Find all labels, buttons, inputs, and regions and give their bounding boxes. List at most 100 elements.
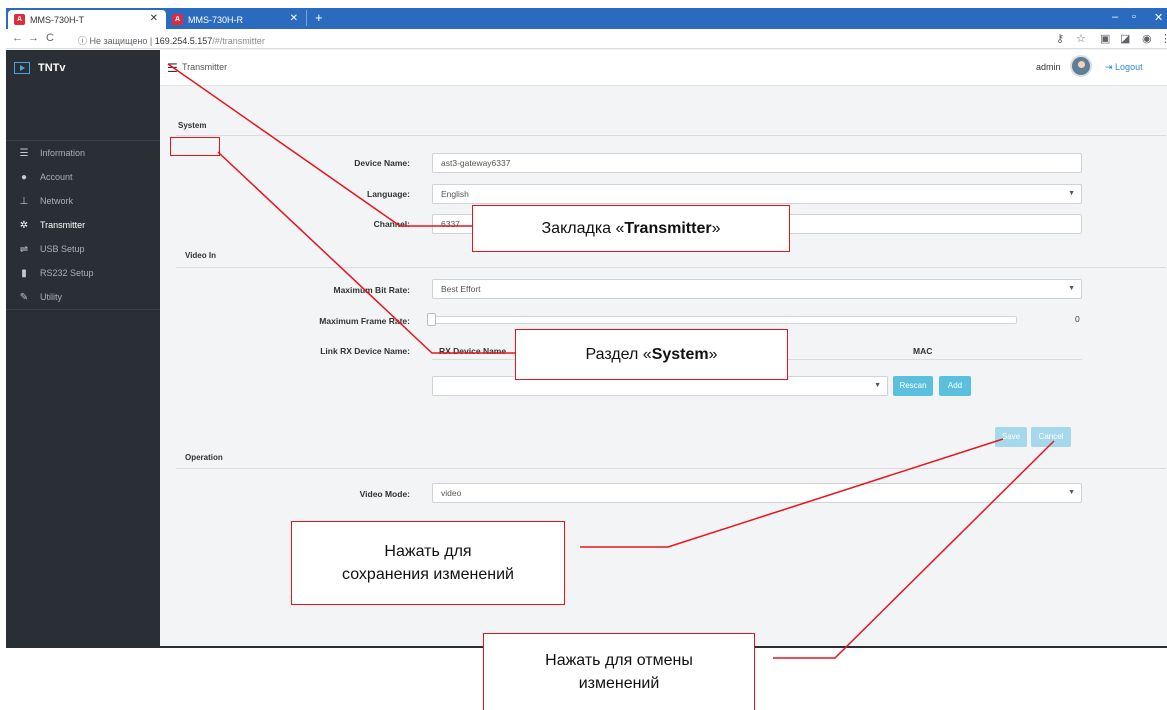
- video-mode-select[interactable]: video ▼: [432, 483, 1082, 503]
- breadcrumb: Transmitter: [182, 62, 228, 72]
- column-header-rx-device-name: RX Device Name: [439, 346, 507, 356]
- add-button[interactable]: Add: [939, 376, 971, 396]
- rescan-button[interactable]: Rescan: [893, 376, 933, 396]
- new-tab-button[interactable]: +: [306, 10, 323, 26]
- max-framerate-label: Maximum Frame Rate:: [319, 316, 410, 326]
- save-button[interactable]: Save: [995, 427, 1027, 447]
- sidebar-item-label: USB Setup: [40, 244, 85, 254]
- chevron-down-icon: ▼: [1068, 190, 1075, 197]
- browser-tab-title: MMS-730H-T: [30, 14, 85, 25]
- callout-text: »: [711, 219, 721, 237]
- close-tab-icon[interactable]: ✕: [290, 13, 298, 24]
- key-icon[interactable]: ⚷: [1056, 32, 1064, 45]
- chevron-down-icon: ▼: [874, 382, 881, 389]
- language-label: Language:: [367, 189, 410, 199]
- profile-icon[interactable]: ◉: [1142, 32, 1152, 45]
- system-highlight-box: [170, 137, 220, 156]
- url-field[interactable]: ⓘ Не защищено | 169.254.5.157/#/transmit…: [78, 34, 265, 47]
- sidebar-item-label: Transmitter: [40, 220, 86, 230]
- logout-label: Logout: [1115, 62, 1143, 72]
- sitemap-icon: ⊥: [19, 195, 29, 207]
- url-path: /#/transmitter: [212, 36, 265, 46]
- section-title-video-in: Video In: [185, 251, 216, 260]
- sidebar-item-account[interactable]: ● Account: [6, 165, 160, 189]
- sidebar-item-information[interactable]: ☰ Information: [6, 141, 160, 165]
- address-bar: ← → C ⓘ Не защищено | 169.254.5.157/#/tr…: [6, 29, 1167, 49]
- callout-text: »: [708, 345, 718, 363]
- reload-icon[interactable]: C: [46, 32, 54, 44]
- browser-tab-receiver[interactable]: A MMS-730H-R ✕: [166, 10, 306, 29]
- callout-text: Раздел «: [585, 345, 652, 363]
- browser-tab-transmitter[interactable]: A MMS-730H-T ✕: [8, 10, 166, 29]
- sidebar-item-label: Information: [40, 148, 86, 158]
- language-select[interactable]: English ▼: [432, 184, 1082, 204]
- hamburger-menu-icon[interactable]: ☰: [167, 61, 178, 75]
- max-framerate-value: 0: [1075, 314, 1080, 324]
- callout-bold-text: Transmitter: [624, 219, 712, 237]
- forward-icon[interactable]: →: [28, 32, 39, 44]
- chevron-down-icon: ▼: [1068, 285, 1075, 292]
- maximize-icon[interactable]: ▫: [1132, 11, 1136, 23]
- callout-text: изменений: [578, 675, 660, 692]
- sidebar-item-label: Account: [40, 172, 73, 182]
- cancel-button[interactable]: Cancel: [1031, 427, 1071, 447]
- brand-name: TNTv: [38, 62, 66, 74]
- callout-transmitter-tab: Закладка «Transmitter»: [472, 205, 790, 252]
- browser-window: A MMS-730H-T ✕ A MMS-730H-R ✕ + – ▫ ✕ ← …: [6, 8, 1167, 648]
- section-divider: [176, 468, 1166, 469]
- gear-icon: ✲: [19, 219, 29, 231]
- max-bitrate-label: Maximum Bit Rate:: [333, 285, 410, 295]
- device-name-value: ast3-gateway6337: [441, 158, 511, 168]
- sidebar-item-rs232-setup[interactable]: ▮ RS232 Setup: [6, 261, 160, 285]
- callout-bold-text: System: [651, 345, 709, 363]
- link-rx-label: Link RX Device Name:: [320, 346, 410, 356]
- sidebar-item-label: Network: [40, 196, 74, 206]
- url-host: 169.254.5.157: [154, 36, 213, 46]
- sidebar-item-usb-setup[interactable]: ⇌ USB Setup: [6, 237, 160, 261]
- sidebar-item-utility[interactable]: ✎ Utility: [6, 285, 160, 309]
- sidebar-divider: [6, 309, 160, 310]
- max-bitrate-value: Best Effort: [441, 284, 481, 294]
- callout-text: Нажать для отмены: [545, 651, 693, 669]
- close-tab-icon[interactable]: ✕: [150, 13, 158, 24]
- browser-tab-title: MMS-730H-R: [188, 14, 244, 25]
- extension-icon[interactable]: ▣: [1100, 32, 1110, 45]
- user-icon: ●: [20, 171, 28, 183]
- brand[interactable]: TNTv: [6, 50, 160, 86]
- star-icon[interactable]: ☆: [1076, 32, 1086, 45]
- port-icon: ▮: [21, 267, 27, 279]
- app-header: ☰ Transmitter admin ⇥ Logout: [160, 50, 1167, 86]
- logout-link[interactable]: ⇥ Logout: [1105, 62, 1143, 73]
- video-mode-value: video: [441, 488, 462, 498]
- avatar[interactable]: [1070, 55, 1092, 77]
- max-framerate-slider-handle[interactable]: [427, 313, 436, 326]
- max-bitrate-select[interactable]: Best Effort ▼: [432, 279, 1082, 299]
- section-divider: [176, 135, 1166, 136]
- sidebar-item-network[interactable]: ⊥ Network: [6, 189, 160, 213]
- channel-label: Channel:: [373, 219, 410, 229]
- callout-text: Закладка «: [541, 219, 625, 237]
- usb-icon: ⇌: [19, 243, 29, 255]
- callout-cancel-hint: Нажать для отмены изменений: [483, 633, 755, 710]
- column-header-mac: MAC: [913, 346, 933, 356]
- back-icon[interactable]: ←: [12, 32, 23, 44]
- callout-save-hint: Нажать для сохранения изменений: [291, 521, 565, 605]
- max-framerate-slider[interactable]: [427, 316, 1017, 324]
- angular-icon: A: [172, 14, 183, 25]
- chevron-down-icon: ▼: [1068, 489, 1075, 496]
- callout-system-section: Раздел «System»: [515, 329, 788, 380]
- sidebar-item-transmitter[interactable]: ✲ Transmitter: [6, 213, 160, 237]
- angular-icon: A: [14, 14, 25, 25]
- logout-icon: ⇥: [1105, 62, 1116, 72]
- wrench-icon: ✎: [19, 291, 29, 303]
- close-window-icon[interactable]: ✕: [1154, 11, 1163, 24]
- list-icon: ☰: [19, 147, 29, 159]
- device-name-label: Device Name:: [354, 158, 410, 168]
- section-divider: [176, 267, 1166, 268]
- device-name-input[interactable]: ast3-gateway6337: [432, 153, 1082, 173]
- sidebar-item-label: RS232 Setup: [40, 268, 94, 278]
- callout-text: сохранения изменений: [342, 566, 514, 583]
- minimize-icon[interactable]: –: [1112, 11, 1118, 23]
- menu-dots-icon[interactable]: ⋮: [1160, 32, 1167, 45]
- extension-icon[interactable]: ◪: [1120, 32, 1130, 45]
